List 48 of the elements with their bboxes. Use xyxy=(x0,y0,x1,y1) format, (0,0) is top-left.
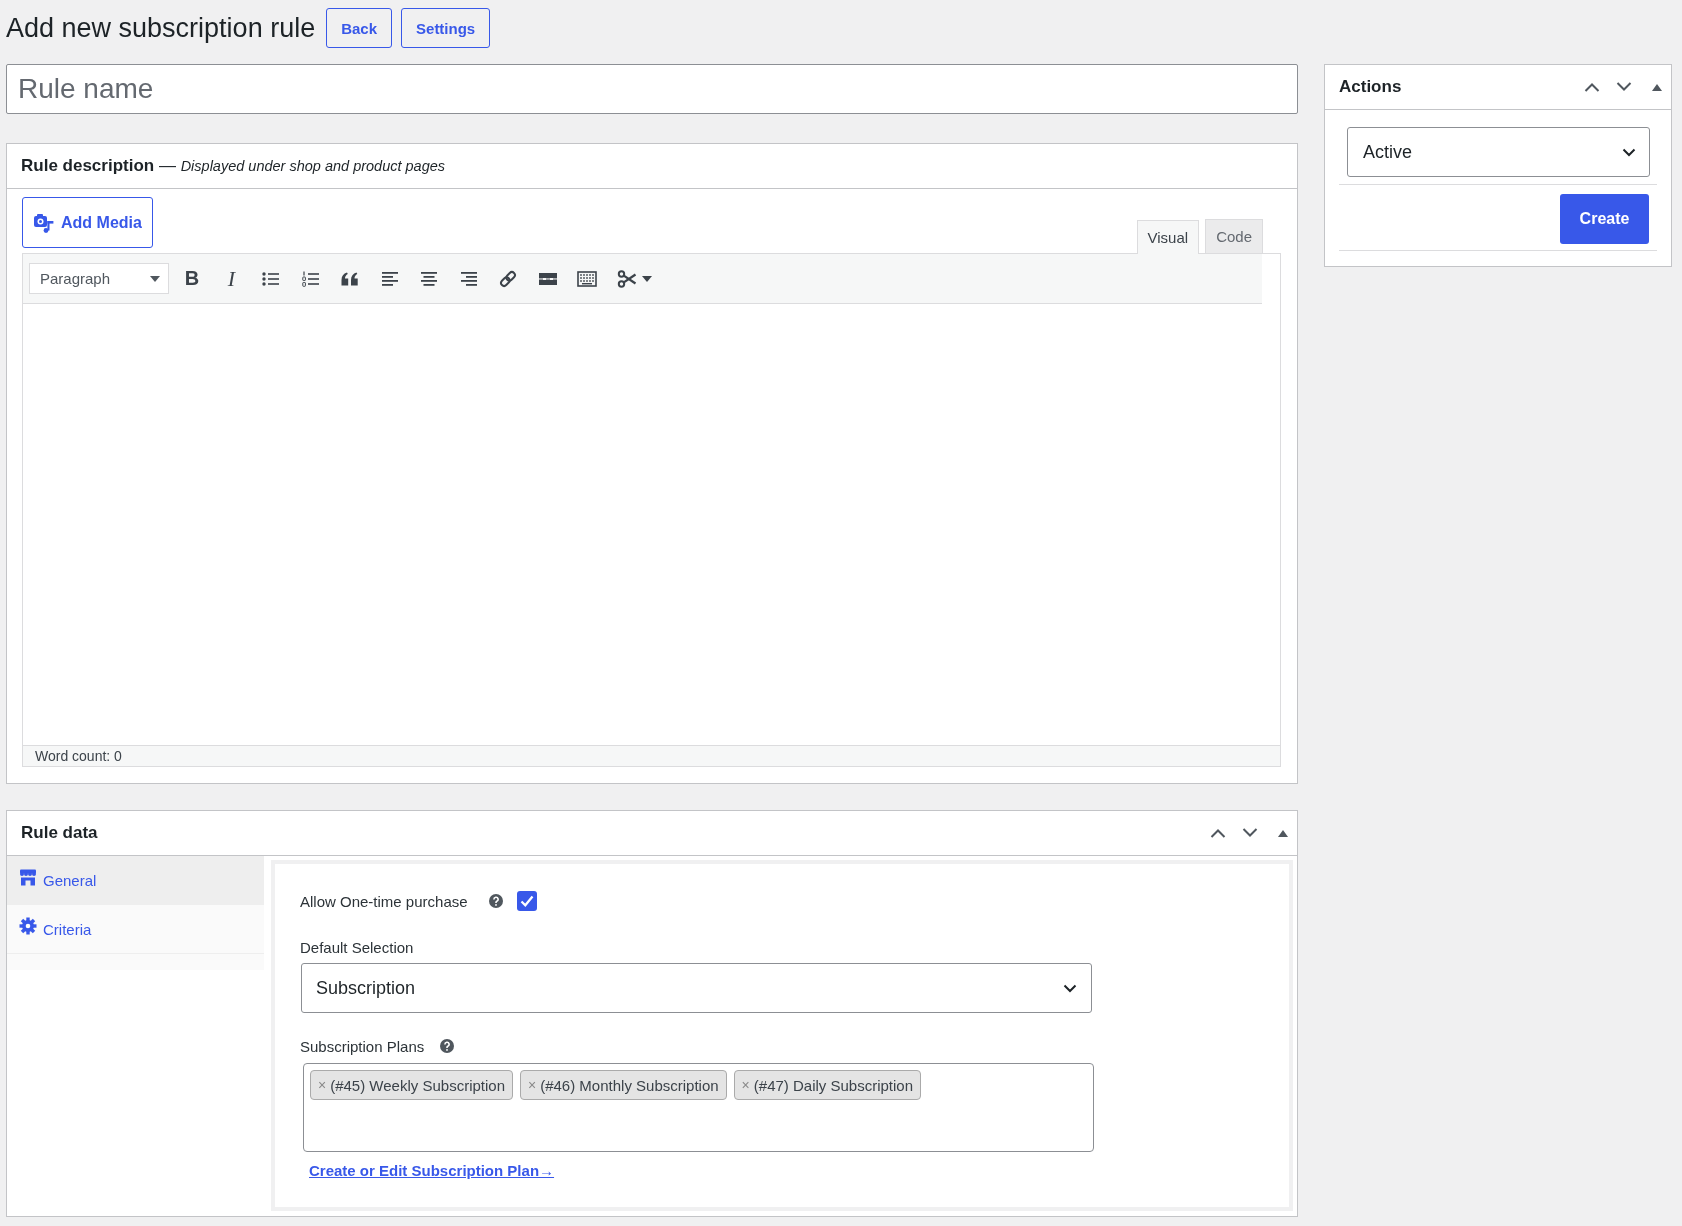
tag-remove-button[interactable]: × xyxy=(528,1077,537,1093)
format-select[interactable]: Paragraph xyxy=(29,263,169,294)
scissors-icon[interactable] xyxy=(616,268,637,289)
checkbox[interactable] xyxy=(516,891,537,911)
sidebar-tab[interactable]: General xyxy=(7,856,264,905)
link-icon[interactable] xyxy=(498,268,518,289)
default-selection-select[interactable]: Subscription xyxy=(301,963,1092,1013)
media-icon xyxy=(33,211,55,234)
create-button[interactable]: Create xyxy=(1560,194,1649,244)
header-button[interactable]: Settings xyxy=(401,8,491,48)
editor-tab[interactable]: Code xyxy=(1205,219,1263,253)
field-label: Allow One-time purchase xyxy=(300,892,468,910)
tag-remove-button[interactable]: × xyxy=(318,1077,327,1093)
gear-icon xyxy=(19,917,37,935)
store-icon xyxy=(19,868,37,886)
header-button[interactable]: Back xyxy=(326,8,393,48)
bold-button[interactable]: B xyxy=(182,265,202,292)
add-media-button[interactable]: Add Media xyxy=(22,197,153,248)
plan-link[interactable]: Create or Edit Subscription Plan→ xyxy=(309,1162,555,1179)
help-icon xyxy=(440,1039,455,1053)
rule-name-field[interactable]: Rule name xyxy=(6,64,1298,114)
chevron-down-icon[interactable] xyxy=(1242,828,1258,838)
chevron-down-icon[interactable] xyxy=(1616,82,1632,92)
status-select[interactable]: Active xyxy=(1347,127,1650,177)
panel-title: Rule description — Displayed under shop and product pages xyxy=(21,156,446,176)
plans-select-field[interactable]: × (#45) Weekly Subscription × (#46) Monthly Subscription × (#47) Daily Subscription xyxy=(303,1063,1094,1152)
italic-button[interactable]: I xyxy=(221,265,242,292)
field-label: Subscription Plans xyxy=(300,1037,425,1055)
panel-title: Actions xyxy=(1339,77,1402,97)
tag-label: (#45) Weekly Subscription xyxy=(330,1076,505,1094)
keyboard-icon[interactable] xyxy=(577,268,597,289)
chevron-down-icon xyxy=(1063,983,1077,993)
chevron-up-icon[interactable] xyxy=(1584,82,1600,92)
panel-title: Rule data xyxy=(21,823,98,843)
tag-remove-button[interactable]: × xyxy=(741,1077,750,1093)
tag-label: (#47) Daily Subscription xyxy=(753,1076,914,1094)
chevron-up-icon[interactable] xyxy=(1210,828,1226,838)
triangle-up-icon[interactable] xyxy=(1652,83,1662,91)
caret-icon[interactable] xyxy=(641,275,652,282)
help-icon xyxy=(488,894,503,908)
field-label: Default Selection xyxy=(300,939,414,957)
caret-icon xyxy=(150,275,160,282)
triangle-up-icon[interactable] xyxy=(1278,829,1288,837)
chevron-down-icon xyxy=(1622,147,1636,157)
editor-tab[interactable]: Visual xyxy=(1136,220,1200,254)
word-count: Word count: 0 xyxy=(35,748,122,764)
tag-label: (#46) Monthly Subscription xyxy=(540,1076,719,1094)
page-title: Add new subscription rule xyxy=(6,11,316,45)
